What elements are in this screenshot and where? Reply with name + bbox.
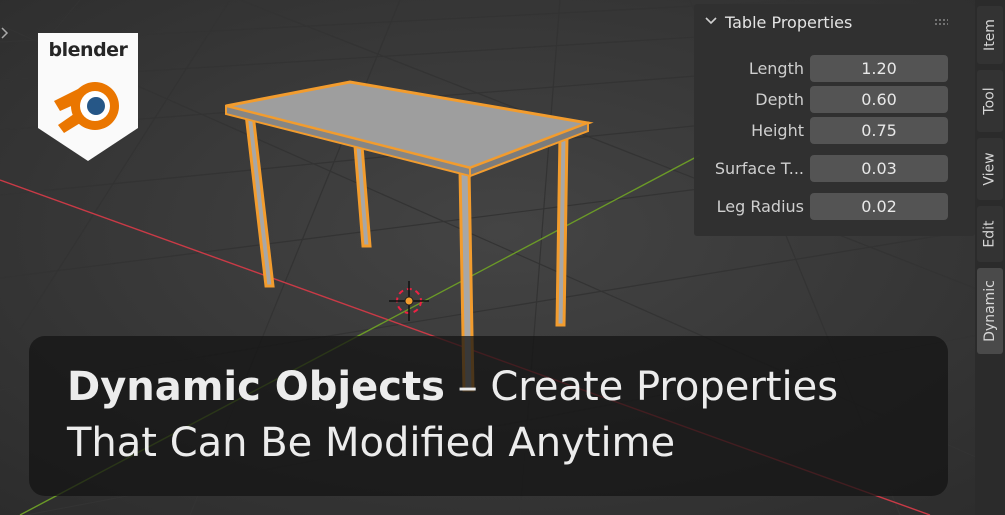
depth-label: Depth [755,90,804,109]
tab-view-label: View [982,152,999,186]
panel-title: Table Properties [725,13,853,32]
length-label: Length [748,59,804,78]
sidebar-tabs: Item Tool View Edit Dynamic [975,0,1005,515]
grip-icon[interactable] [934,18,948,26]
length-field[interactable]: 1.20 [810,55,948,82]
tab-edit[interactable]: Edit [977,206,1003,262]
tab-tool[interactable]: Tool [977,70,1003,132]
logo-text: blender [48,39,128,61]
height-field[interactable]: 0.75 [810,117,948,144]
expand-arrow-icon[interactable] [0,26,10,40]
height-label: Height [751,121,804,140]
surface-thickness-field[interactable]: 0.03 [810,155,948,182]
tab-view[interactable]: View [977,138,1003,200]
banner-heading-line2: That Can Be Modified Anytime [67,420,676,466]
banner-heading-bold: Dynamic Objects [67,364,445,410]
tab-dynamic[interactable]: Dynamic [977,268,1003,354]
chevron-down-icon[interactable] [704,14,718,28]
tab-dynamic-label: Dynamic [982,280,998,342]
tab-item[interactable]: Item [977,6,1003,64]
depth-field[interactable]: 0.60 [810,86,948,113]
title-banner: Dynamic Objects – Create Properties That… [29,336,948,496]
surface-thickness-label: Surface T... [714,159,804,178]
table-properties-panel: Table Properties Length 1.20 Depth 0.60 … [694,4,975,236]
panel-header[interactable]: Table Properties [694,4,975,40]
banner-heading-line1: Dynamic Objects – Create Properties [67,364,838,410]
leg-radius-field[interactable]: 0.02 [810,193,948,220]
tab-item-label: Item [982,19,998,51]
banner-heading-rest: – Create Properties [444,364,839,410]
tab-tool-label: Tool [982,87,999,115]
blender-logo-icon: blender [38,33,138,161]
tab-edit-label: Edit [982,220,998,248]
leg-radius-label: Leg Radius [716,197,804,216]
